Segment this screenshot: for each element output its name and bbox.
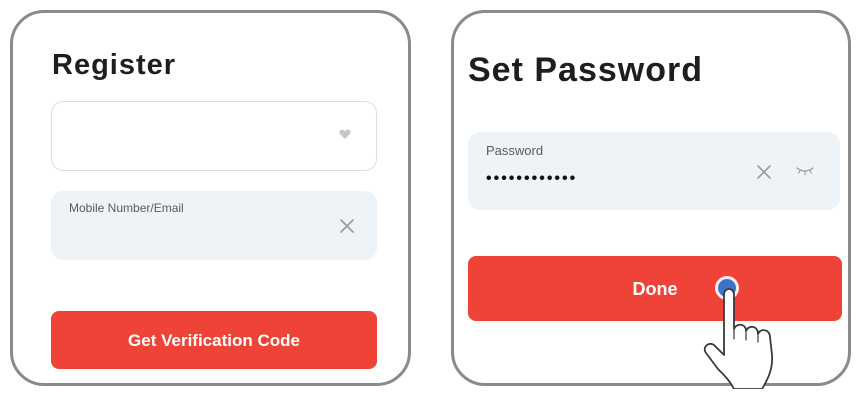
instruction-figure: Register Mobile Number/Email Get Verific… (0, 0, 862, 406)
mobile-email-label: Mobile Number/Email (69, 201, 184, 215)
close-icon[interactable] (756, 164, 772, 180)
get-verification-code-button[interactable]: Get Verification Code (51, 311, 377, 369)
set-password-title: Set Password (468, 51, 703, 89)
close-icon[interactable] (339, 218, 355, 234)
password-label: Password (486, 143, 544, 158)
password-field[interactable]: Password •••••••••••• (468, 132, 840, 210)
eye-closed-icon[interactable] (795, 165, 815, 177)
register-screen: Register Mobile Number/Email Get Verific… (10, 10, 411, 386)
mobile-email-field[interactable]: Mobile Number/Email (51, 191, 377, 260)
hand-pointer-icon (703, 288, 774, 389)
region-select[interactable] (51, 101, 377, 171)
heart-icon (339, 129, 351, 139)
register-title: Register (52, 49, 177, 81)
password-value[interactable]: •••••••••••• (486, 170, 577, 188)
set-password-screen: Set Password Password •••••••••••• Done (451, 10, 851, 389)
